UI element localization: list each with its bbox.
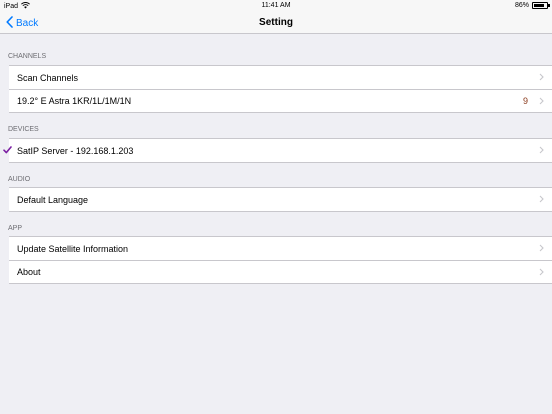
section-header-app: APP bbox=[8, 225, 23, 232]
chevron-right-icon bbox=[539, 97, 544, 107]
navigation-bar: Back Setting bbox=[0, 12, 552, 34]
satellite-row[interactable]: 19.2° E Astra 1KR/1L/1M/1N 9 bbox=[9, 89, 552, 112]
battery-fill bbox=[534, 4, 545, 7]
section-header-devices: DEVICES bbox=[8, 126, 39, 133]
devices-group: SatIP Server - 192.168.1.203 bbox=[3, 138, 552, 163]
chevron-right-icon bbox=[539, 146, 544, 156]
row-label: 19.2° E Astra 1KR/1L/1M/1N bbox=[17, 96, 132, 106]
about-row[interactable]: About bbox=[9, 260, 552, 283]
chevron-right-icon bbox=[539, 195, 544, 205]
satip-server-row[interactable]: SatIP Server - 192.168.1.203 bbox=[3, 139, 552, 162]
battery-percent: 86% bbox=[514, 2, 529, 9]
status-time: 11:41 AM bbox=[261, 2, 291, 9]
page-title: Setting bbox=[259, 17, 293, 28]
status-bar: iPad 11:41 AM 86% bbox=[0, 0, 552, 12]
default-language-row[interactable]: Default Language bbox=[9, 188, 552, 211]
channel-count: 9 bbox=[522, 96, 528, 106]
row-label: Scan Channels bbox=[17, 72, 79, 83]
row-label: Default Language bbox=[17, 194, 89, 205]
update-satellite-row[interactable]: Update Satellite Information bbox=[9, 237, 552, 260]
row-label: About bbox=[17, 267, 41, 277]
checkmark-icon bbox=[3, 146, 12, 156]
app-group: Update Satellite Information About bbox=[9, 236, 552, 284]
section-header-channels: CHANNELS bbox=[8, 53, 47, 60]
channels-group: Scan Channels 19.2° E Astra 1KR/1L/1M/1N… bbox=[9, 65, 552, 113]
scan-channels-row[interactable]: Scan Channels bbox=[9, 66, 552, 89]
chevron-right-icon bbox=[539, 268, 544, 278]
chevron-right-icon bbox=[539, 244, 544, 254]
battery-icon bbox=[532, 2, 550, 9]
status-right: 86% bbox=[514, 2, 550, 9]
chevron-right-icon bbox=[539, 73, 544, 83]
row-label: Update Satellite Information bbox=[17, 243, 129, 254]
section-header-audio: AUDIO bbox=[8, 176, 31, 183]
row-label: SatIP Server - 192.168.1.203 bbox=[17, 145, 134, 156]
audio-group: Default Language bbox=[9, 187, 552, 212]
